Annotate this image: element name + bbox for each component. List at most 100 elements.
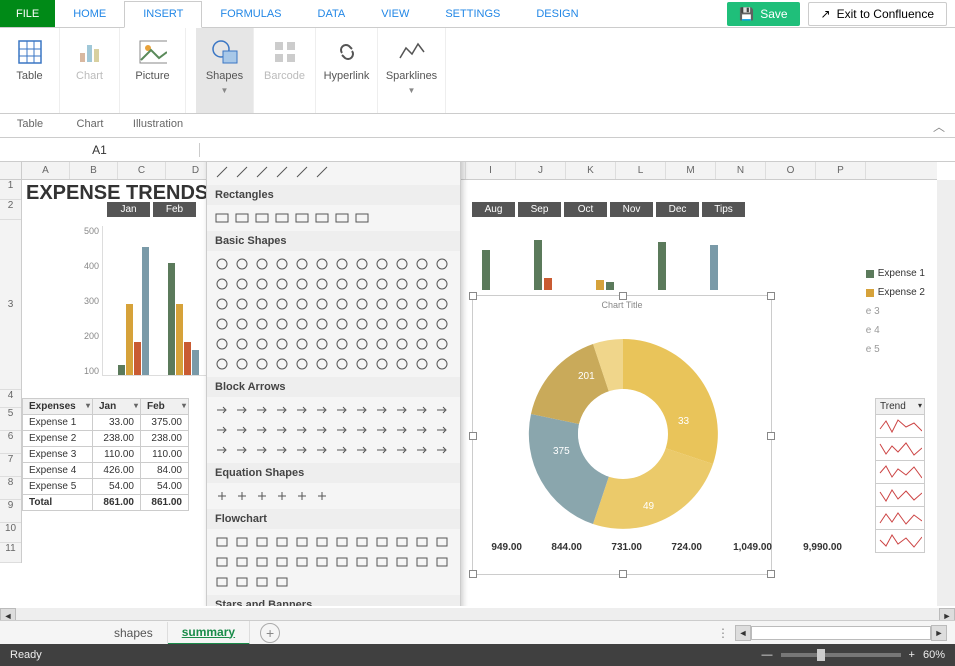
th-expenses[interactable]: Expenses [23, 399, 93, 415]
shape-item[interactable] [393, 315, 411, 333]
shape-item[interactable] [393, 533, 411, 551]
shape-item[interactable] [313, 209, 331, 227]
shape-item[interactable] [413, 315, 431, 333]
tab-settings[interactable]: SETTINGS [427, 0, 518, 27]
shape-item[interactable] [313, 163, 331, 181]
cell[interactable]: Expense 2 [23, 431, 93, 447]
shape-item[interactable] [293, 163, 311, 181]
shape-item[interactable] [413, 275, 431, 293]
shape-item[interactable] [273, 401, 291, 419]
shape-item[interactable] [293, 255, 311, 273]
shape-item[interactable] [373, 421, 391, 439]
shape-item[interactable] [293, 401, 311, 419]
shape-item[interactable] [233, 553, 251, 571]
sheet-tab-summary[interactable]: summary [168, 621, 250, 645]
shape-item[interactable] [353, 355, 371, 373]
tab-scroll-right[interactable]: ► [931, 625, 947, 641]
col-header[interactable]: B [70, 162, 118, 179]
shape-item[interactable] [293, 275, 311, 293]
shape-item[interactable] [233, 163, 251, 181]
shape-item[interactable] [373, 553, 391, 571]
shape-item[interactable] [293, 335, 311, 353]
drag-handle-icon[interactable]: ⋮ [717, 626, 729, 640]
shape-item[interactable] [273, 295, 291, 313]
insert-picture-button[interactable]: Picture [127, 34, 177, 86]
cell[interactable]: 238.00 [93, 431, 141, 447]
shape-item[interactable] [213, 487, 231, 505]
shape-item[interactable] [433, 295, 451, 313]
shape-item[interactable] [393, 335, 411, 353]
shape-item[interactable] [213, 255, 231, 273]
shape-item[interactable] [213, 553, 231, 571]
shape-item[interactable] [433, 421, 451, 439]
shape-item[interactable] [413, 441, 431, 459]
cell[interactable]: 54.00 [93, 479, 141, 495]
shape-item[interactable] [373, 295, 391, 313]
shape-item[interactable] [373, 401, 391, 419]
cell[interactable]: 426.00 [93, 463, 141, 479]
shape-item[interactable] [273, 553, 291, 571]
tab-formulas[interactable]: FORMULAS [202, 0, 299, 27]
shape-item[interactable] [373, 255, 391, 273]
col-header[interactable]: N [716, 162, 766, 179]
shape-item[interactable] [273, 487, 291, 505]
th-feb[interactable]: Feb [141, 399, 189, 415]
shape-item[interactable] [413, 533, 431, 551]
row-header[interactable]: 4 [0, 390, 21, 408]
shape-item[interactable] [293, 355, 311, 373]
shape-item[interactable] [233, 401, 251, 419]
shape-item[interactable] [273, 533, 291, 551]
shape-item[interactable] [413, 553, 431, 571]
shape-item[interactable] [253, 355, 271, 373]
shape-item[interactable] [433, 533, 451, 551]
shape-item[interactable] [413, 421, 431, 439]
shape-item[interactable] [413, 335, 431, 353]
shape-item[interactable] [333, 275, 351, 293]
insert-chart-button[interactable]: Chart [68, 34, 112, 86]
shape-item[interactable] [273, 163, 291, 181]
shape-item[interactable] [253, 533, 271, 551]
row-header[interactable]: 11 [0, 543, 21, 563]
collapse-ribbon-button[interactable]: ︿ [923, 114, 955, 137]
shape-item[interactable] [313, 335, 331, 353]
save-button[interactable]: 💾 Save [727, 2, 799, 26]
shape-item[interactable] [393, 553, 411, 571]
shape-item[interactable] [413, 295, 431, 313]
shape-item[interactable] [253, 163, 271, 181]
shape-item[interactable] [253, 335, 271, 353]
shape-item[interactable] [353, 209, 371, 227]
cell[interactable]: Expense 3 [23, 447, 93, 463]
shape-item[interactable] [373, 441, 391, 459]
shape-item[interactable] [413, 255, 431, 273]
col-header[interactable]: P [816, 162, 866, 179]
col-header[interactable]: A [22, 162, 70, 179]
cell[interactable]: 110.00 [93, 447, 141, 463]
shape-item[interactable] [213, 421, 231, 439]
shape-item[interactable] [413, 401, 431, 419]
shape-item[interactable] [313, 315, 331, 333]
shape-item[interactable] [293, 553, 311, 571]
zoom-value[interactable]: 60% [923, 649, 945, 661]
shape-item[interactable] [233, 487, 251, 505]
row-header[interactable]: 6 [0, 431, 21, 454]
row-header[interactable]: 3 [0, 220, 21, 390]
shape-item[interactable] [213, 163, 231, 181]
shape-item[interactable] [293, 315, 311, 333]
shape-item[interactable] [353, 315, 371, 333]
cell[interactable]: 861.00 [141, 495, 189, 511]
shape-item[interactable] [273, 255, 291, 273]
shape-item[interactable] [333, 255, 351, 273]
shape-item[interactable] [213, 315, 231, 333]
shape-item[interactable] [273, 315, 291, 333]
shape-item[interactable] [433, 335, 451, 353]
col-header[interactable]: K [566, 162, 616, 179]
shape-item[interactable] [353, 255, 371, 273]
shape-item[interactable] [313, 553, 331, 571]
tab-scroll-left[interactable]: ◄ [735, 625, 751, 641]
shapes-dropdown-panel[interactable]: Lines Rectangles Basic Shapes Block Arro… [206, 162, 461, 606]
cell[interactable]: Total [23, 495, 93, 511]
zoom-slider[interactable] [781, 653, 901, 657]
shape-item[interactable] [393, 441, 411, 459]
shape-item[interactable] [313, 355, 331, 373]
shape-item[interactable] [273, 573, 291, 591]
